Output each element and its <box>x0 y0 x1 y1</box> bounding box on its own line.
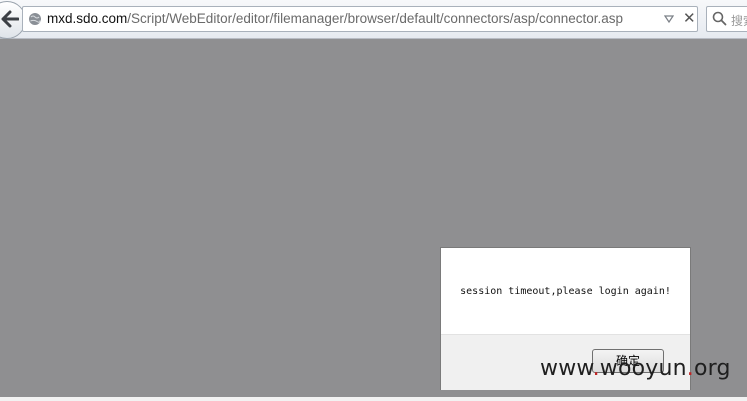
dialog-message: session timeout,please login again! <box>460 286 671 297</box>
search-box[interactable]: 搜索 <box>706 6 747 32</box>
watermark-org: org <box>694 356 731 381</box>
back-arrow-icon <box>1 10 19 28</box>
globe-icon <box>29 13 41 25</box>
search-placeholder: 搜索 <box>731 14 747 28</box>
watermark-wooyun: wooyun <box>599 356 687 381</box>
close-icon[interactable]: ✕ <box>683 11 696 27</box>
watermark-dot: . <box>592 356 600 381</box>
watermark: www.wooyun.org <box>540 356 731 381</box>
url-host: mxd.sdo.com <box>47 11 128 26</box>
browser-toolbar: mxd.sdo.com/Script/WebEditor/editor/file… <box>0 0 747 39</box>
bottom-edge <box>0 397 747 401</box>
url-path: /Script/WebEditor/editor/filemanager/bro… <box>127 11 624 26</box>
url-text[interactable]: mxd.sdo.com/Script/WebEditor/editor/file… <box>47 11 623 26</box>
search-icon <box>712 11 727 26</box>
dropdown-triangle-icon[interactable] <box>664 14 674 24</box>
watermark-dot: . <box>686 356 694 381</box>
watermark-www: www <box>540 356 593 381</box>
address-bar[interactable]: mxd.sdo.com/Script/WebEditor/editor/file… <box>22 6 698 32</box>
